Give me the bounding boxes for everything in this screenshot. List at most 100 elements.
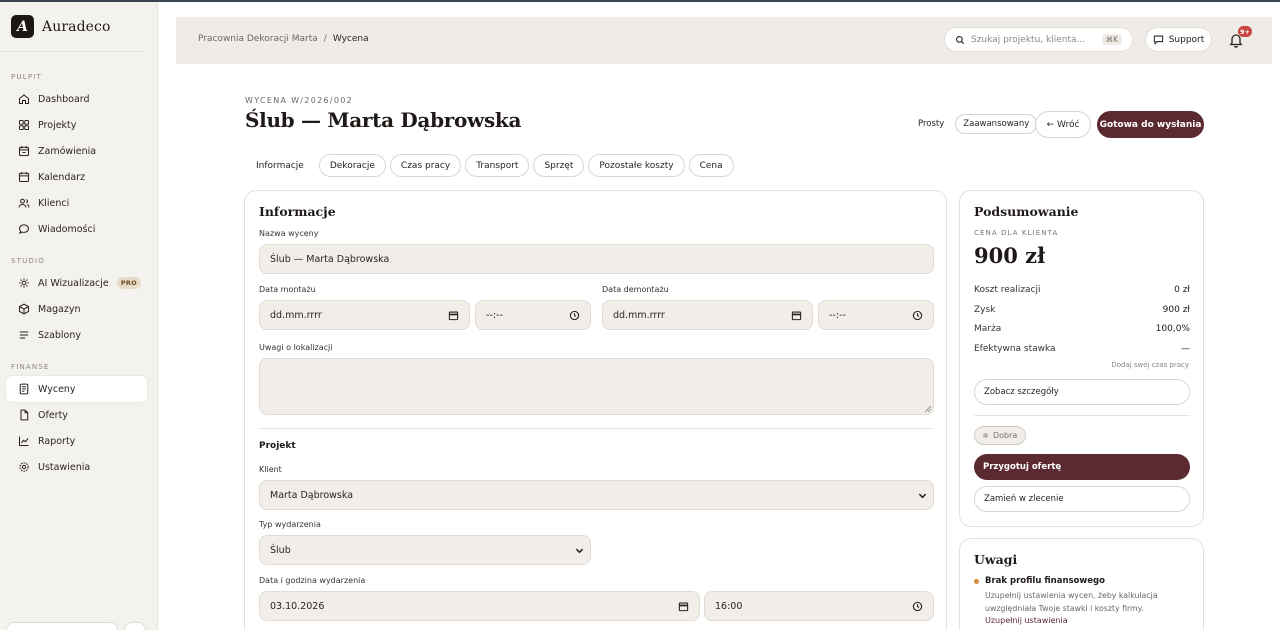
gear-icon	[19, 462, 29, 472]
event-type-label: Typ wydarzenia	[259, 520, 321, 529]
tab-czas-pracy[interactable]: Czas pracy	[389, 154, 462, 177]
event-type-select[interactable]: Ślub	[259, 535, 591, 565]
quote-name-label: Nazwa wyceny	[259, 229, 319, 238]
form-section-title: Informacje	[259, 204, 336, 219]
complete-settings-link[interactable]: Uzupełnij ustawienia	[985, 616, 1068, 625]
mount-date-label: Data montażu	[259, 285, 316, 294]
support-button[interactable]: Support	[1145, 27, 1212, 52]
mode-advanced-option[interactable]: Zaawansowany	[955, 114, 1038, 134]
sidebar-item-ustawienia[interactable]: Ustawienia	[6, 454, 147, 480]
prepare-offer-button[interactable]: Przygotuj ofertę	[974, 454, 1190, 480]
window-top-stripe	[0, 0, 1280, 2]
sidebar-item-magazyn[interactable]: Magazyn	[6, 296, 147, 322]
chart-icon	[18, 436, 29, 447]
client-select[interactable]: Marta Dąbrowska	[259, 480, 934, 510]
dismount-date-label: Data demontażu	[602, 285, 669, 294]
tab-dekoracje[interactable]: Dekoracje	[318, 154, 386, 177]
event-time-input[interactable]: 16:00	[704, 591, 934, 621]
breadcrumb-separator: /	[323, 34, 327, 44]
search-box[interactable]: ⌘K	[944, 27, 1133, 52]
mode-simple-option[interactable]: Prosty	[911, 115, 951, 133]
calendar-icon	[448, 311, 459, 321]
section-tabs: Informacje Dekoracje Czas pracy Transpor…	[245, 154, 734, 177]
grid-icon	[18, 119, 30, 131]
breadcrumb-item-workspace[interactable]: Pracownia Dekoracji Marta	[198, 34, 318, 44]
nav-section-finanse: FINANSE	[11, 363, 50, 371]
nav-section-pulpit: PULPIT	[11, 73, 43, 81]
box-icon	[18, 146, 30, 157]
add-work-time-hint: Dodaj swój czas pracy	[1111, 361, 1189, 369]
sidebar-item-ai-wizualizacje[interactable]: AI Wizualizacje PRO	[6, 270, 147, 296]
sidebar-item-dashboard[interactable]: Dashboard	[6, 86, 147, 112]
pro-badge: PRO	[116, 277, 141, 289]
info-form-card: Informacje Nazwa wyceny Ślub — Marta Dąb…	[244, 190, 947, 630]
sidebar-item-label: Magazyn	[38, 303, 81, 315]
support-label: Support	[1168, 34, 1205, 45]
search-input[interactable]	[971, 34, 1091, 45]
warning-dot	[974, 579, 979, 584]
mount-time-input[interactable]: --:--	[475, 300, 591, 330]
sidebar-item-wiadomosci[interactable]: Wiadomości	[6, 216, 147, 242]
brand[interactable]: A Auradeco	[0, 2, 145, 52]
tab-transport[interactable]: Transport	[465, 154, 530, 177]
status-dot	[983, 433, 988, 438]
dismount-date-value: dd.mm.rrrr	[613, 309, 665, 321]
note-item-title: Brak profilu finansowego	[985, 576, 1105, 586]
sidebar-item-oferty[interactable]: Oferty	[6, 402, 147, 428]
sidebar-item-raporty[interactable]: Raporty	[6, 428, 147, 454]
sidebar-footer-card[interactable]	[6, 622, 118, 630]
event-datetime-label: Data i godzina wydarzenia	[259, 576, 366, 585]
view-details-button[interactable]: Zobacz szczegóły	[974, 379, 1190, 405]
quote-name-input[interactable]: Ślub — Marta Dąbrowska	[259, 244, 934, 274]
mode-toggle: Prosty Zaawansowany	[911, 114, 1038, 134]
sidebar-item-klienci[interactable]: Klienci	[6, 190, 147, 216]
tab-sprzet[interactable]: Sprzęt	[533, 154, 585, 177]
dismount-time-input[interactable]: --:--	[818, 300, 934, 330]
clock-icon	[912, 310, 923, 321]
sidebar-item-label: Ustawienia	[38, 461, 91, 473]
resize-handle-icon[interactable]	[925, 406, 931, 412]
chat-icon	[18, 224, 30, 235]
top-header: Pracownia Dekoracji Marta / Wycena ⌘K Su…	[176, 17, 1272, 64]
client-price-label: CENA DLA KLIENTA	[974, 229, 1059, 237]
mount-date-input[interactable]: dd.mm.rrrr	[259, 300, 470, 330]
summary-row-value: 900 zł	[1162, 305, 1190, 315]
chevron-down-icon	[918, 493, 927, 499]
mount-time-value: --:--	[486, 309, 503, 321]
client-select-value: Marta Dąbrowska	[270, 489, 354, 501]
tab-cena[interactable]: Cena	[688, 154, 734, 177]
client-label: Klient	[259, 465, 282, 474]
users-icon	[18, 198, 30, 208]
summary-row-effective-rate: Efektywna stawka —	[974, 344, 1190, 354]
back-button[interactable]: ← Wróć	[1035, 111, 1091, 138]
sidebar-footer-button[interactable]	[124, 622, 146, 630]
package-icon	[18, 303, 30, 315]
sidebar-item-szablony[interactable]: Szablony	[6, 322, 147, 348]
event-date-input[interactable]: 03.10.2026	[259, 591, 700, 621]
calendar-icon	[791, 311, 802, 321]
dismount-date-input[interactable]: dd.mm.rrrr	[602, 300, 813, 330]
home-icon	[18, 94, 30, 105]
brand-name: Auradeco	[42, 18, 111, 35]
summary-row-label: Efektywna stawka	[974, 344, 1056, 354]
project-heading: Projekt	[259, 441, 296, 451]
convert-to-order-button[interactable]: Zamień w zlecenie	[974, 486, 1190, 512]
search-icon	[956, 35, 965, 44]
sidebar-item-zamowienia[interactable]: Zamówienia	[6, 138, 147, 164]
summary-divider	[974, 415, 1190, 416]
sidebar-item-kalendarz[interactable]: Kalendarz	[6, 164, 147, 190]
chat-icon	[1153, 35, 1163, 45]
summary-title: Podsumowanie	[974, 204, 1079, 219]
location-notes-textarea[interactable]	[259, 358, 934, 415]
quality-status-label: Dobra	[993, 431, 1018, 440]
file-icon	[20, 409, 29, 421]
brand-logo: A	[11, 15, 34, 38]
section-divider	[259, 428, 934, 429]
sidebar-item-projekty[interactable]: Projekty	[6, 112, 147, 138]
tab-pozostale-koszty[interactable]: Pozostałe koszty	[588, 154, 685, 177]
tab-informacje[interactable]: Informacje	[245, 154, 315, 177]
quality-status-pill: Dobra	[974, 426, 1027, 445]
sidebar-item-label: Wyceny	[38, 383, 76, 395]
sidebar-item-wyceny[interactable]: Wyceny	[6, 376, 147, 402]
ready-to-send-button[interactable]: Gotowa do wysłania	[1097, 111, 1204, 138]
